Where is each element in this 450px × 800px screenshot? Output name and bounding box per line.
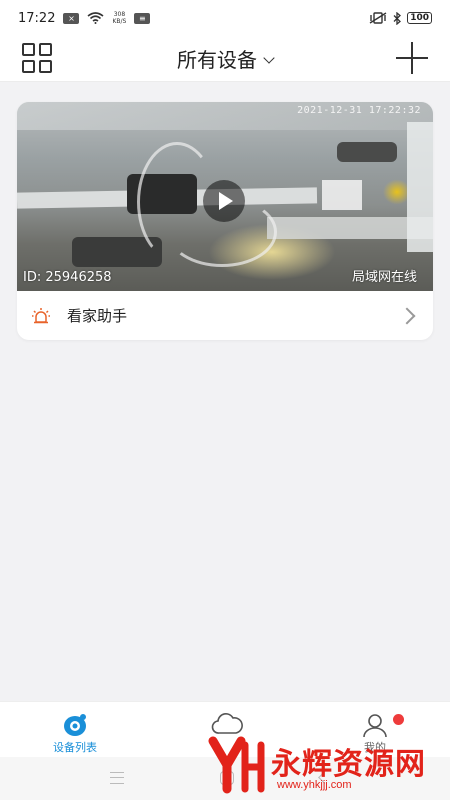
watermark: 永辉资源网 www.yhkjjj.com <box>205 735 445 795</box>
scene-box <box>322 180 362 210</box>
watermark-logo <box>208 736 265 794</box>
tab-device-list[interactable]: 设备列表 <box>15 702 135 758</box>
camera-tab-icon <box>64 714 86 736</box>
app-header: 所有设备 <box>0 36 450 82</box>
wifi-icon <box>87 12 104 24</box>
scene-device <box>407 122 433 252</box>
device-id: ID: 25946258 <box>23 270 112 285</box>
menu-icon[interactable] <box>110 772 124 784</box>
play-icon[interactable] <box>203 180 245 222</box>
network-speed: 308 KB/S <box>112 11 127 25</box>
bluetooth-icon <box>393 11 402 25</box>
battery-indicator: 100 <box>407 12 432 24</box>
page-title: 所有设备 <box>177 48 257 72</box>
home-assistant-row[interactable]: 看家助手 <box>17 291 433 340</box>
video-timestamp: 2021-12-31 17:22:32 <box>297 105 421 116</box>
notification-icon: × <box>63 12 80 24</box>
chevron-down-icon <box>263 52 275 64</box>
camera-preview[interactable]: 2021-12-31 17:22:32 ID: 25946258 局域网在线 <box>17 102 433 291</box>
status-bar: 17:22 × 308 KB/S ≡ 100 <box>0 0 450 36</box>
vibrate-icon <box>369 12 387 24</box>
feature-label: 看家助手 <box>67 307 128 325</box>
status-time: 17:22 <box>18 10 56 26</box>
cloud-icon <box>211 713 243 734</box>
device-filter-dropdown[interactable]: 所有设备 <box>0 44 450 73</box>
watermark-text: 永辉资源网 <box>271 747 426 782</box>
chevron-right-icon <box>398 307 416 325</box>
device-card[interactable]: 2021-12-31 17:22:32 ID: 25946258 局域网在线 看… <box>17 102 433 340</box>
watermark-url: www.yhkjjj.com <box>277 779 352 791</box>
device-status: 局域网在线 <box>351 270 417 285</box>
alarm-icon <box>32 307 50 323</box>
app-notification-icon: ≡ <box>134 12 151 24</box>
tab-label: 设备列表 <box>53 741 97 754</box>
scene-object <box>337 142 397 162</box>
add-device-button[interactable] <box>396 42 428 74</box>
notification-dot <box>393 714 404 725</box>
